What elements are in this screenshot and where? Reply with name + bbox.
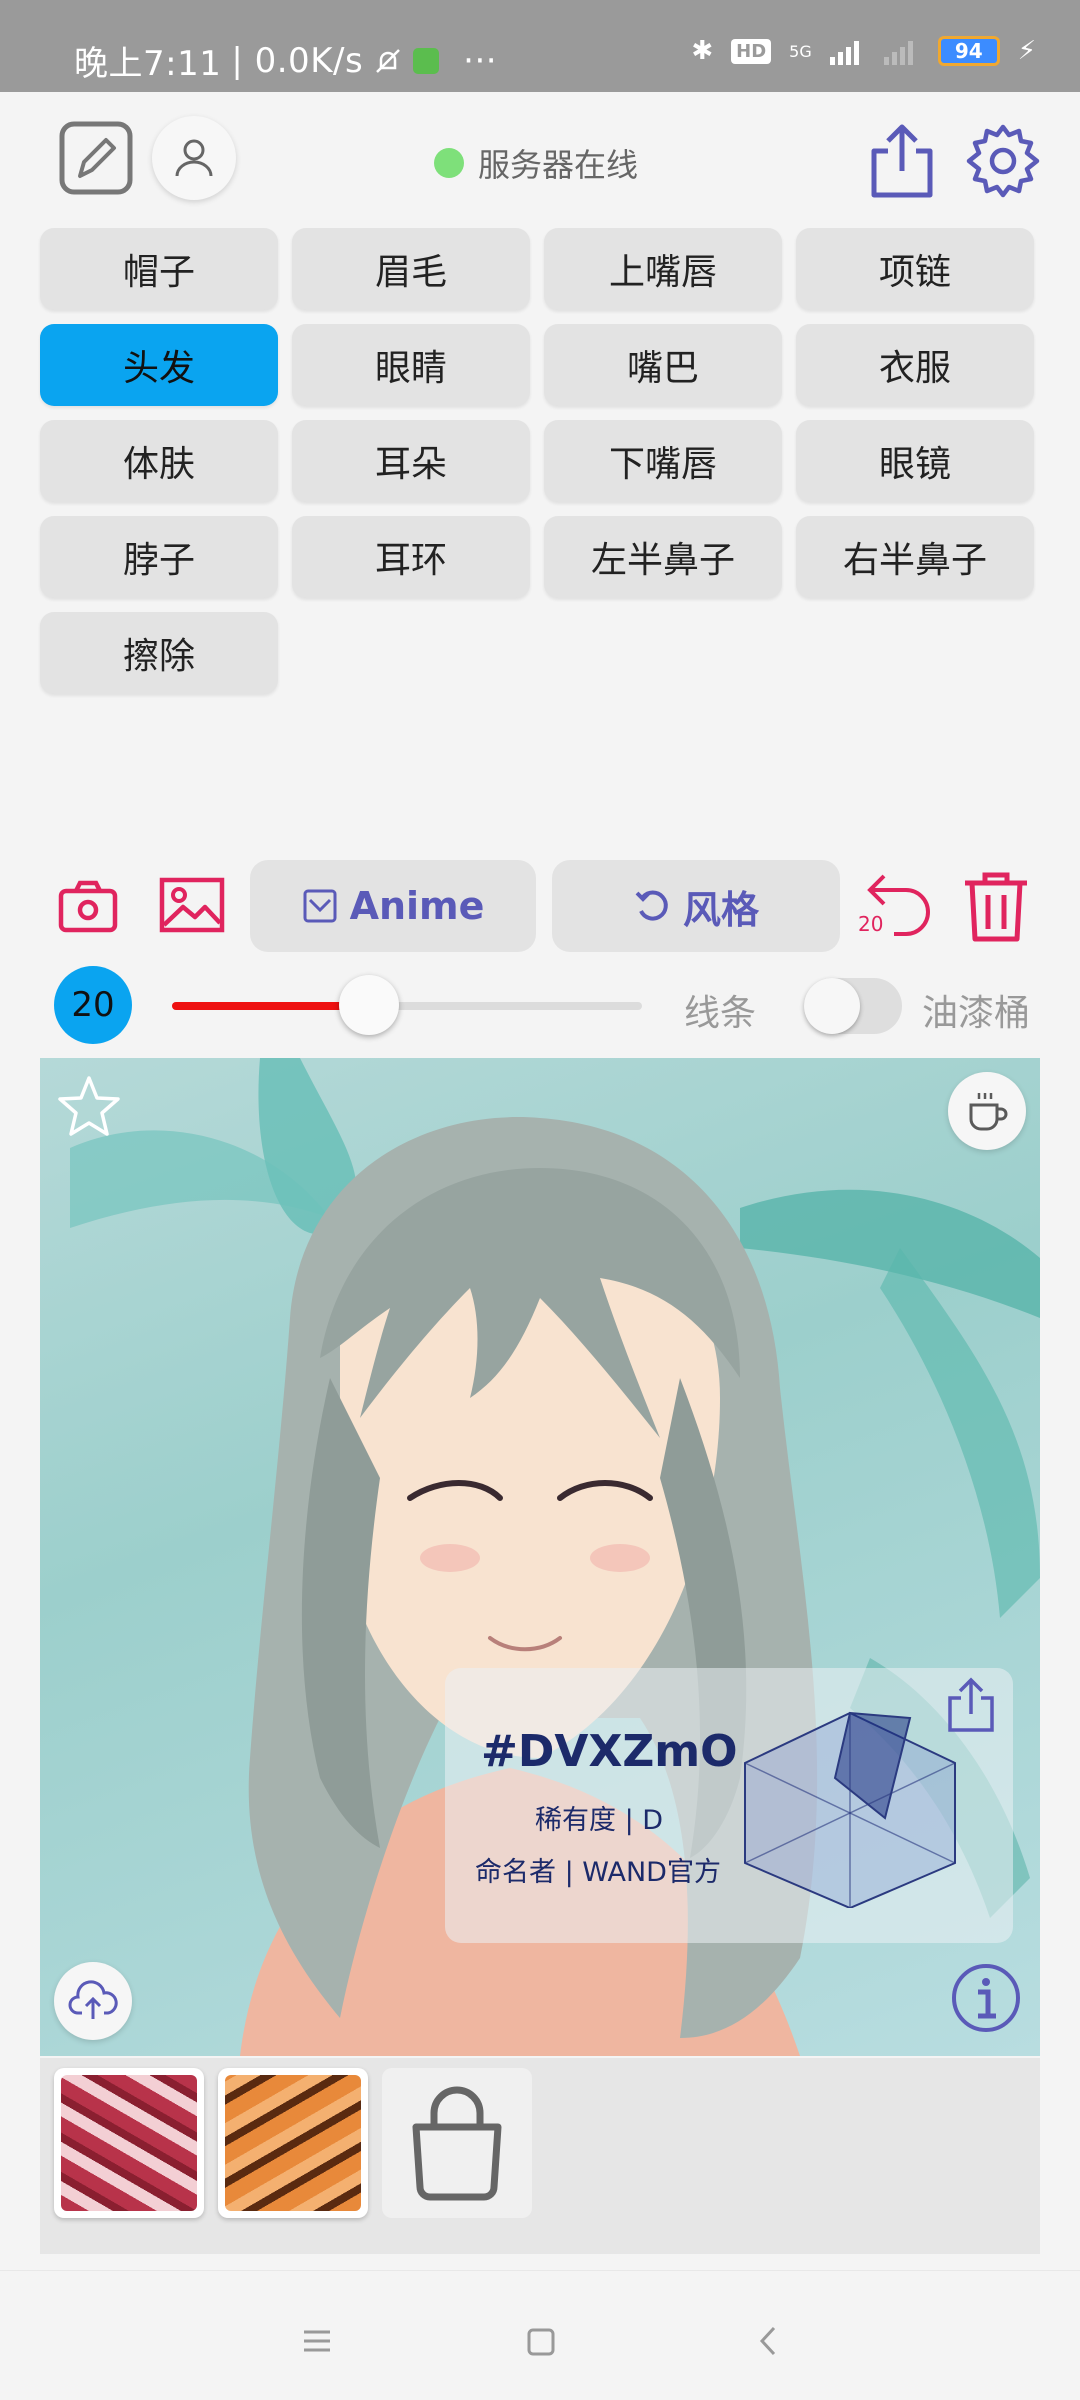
card-share-button[interactable] [945, 1676, 997, 1734]
app-notify-icon [413, 47, 440, 74]
edit-icon[interactable] [56, 118, 136, 198]
part-button[interactable]: 右半鼻子 [796, 516, 1034, 598]
coffee-button[interactable] [948, 1072, 1026, 1150]
part-button[interactable]: 左半鼻子 [544, 516, 782, 598]
signal-icon [829, 41, 859, 65]
info-button[interactable] [950, 1962, 1022, 2034]
part-button[interactable]: 耳环 [292, 516, 530, 598]
anime-label: Anime [349, 884, 485, 928]
gear-icon[interactable] [964, 122, 1042, 200]
trash-icon[interactable] [960, 868, 1032, 944]
menu-nav-icon[interactable] [302, 2329, 332, 2357]
info-card: #DVXZmO 稀有度 | D 命名者 | WAND官方 [445, 1668, 1013, 1943]
favorite-button[interactable] [56, 1074, 122, 1140]
part-button[interactable]: 上嘴唇 [544, 228, 782, 310]
server-status-label: 服务器在线 [478, 146, 639, 184]
image-icon[interactable] [158, 874, 226, 936]
card-rarity: 稀有度 | D [535, 1805, 664, 1836]
undo-button[interactable]: 20 [858, 868, 936, 946]
part-button[interactable]: 嘴巴 [544, 324, 782, 406]
part-button[interactable]: 眉毛 [292, 228, 530, 310]
hd-badge: HD [731, 38, 772, 64]
refresh-icon [635, 890, 668, 921]
lock-icon [412, 2086, 502, 2201]
texture-swatch-tiger-fill [225, 2075, 361, 2211]
part-button[interactable]: 体肤 [40, 420, 278, 502]
card-id: #DVXZmO [481, 1726, 738, 1777]
texture-swatch-red-fill [61, 2075, 197, 2211]
info-icon [952, 1964, 1020, 2032]
slider-thumb[interactable] [339, 975, 400, 1035]
bluetooth-icon: ✱ [691, 36, 714, 66]
upload-button[interactable] [54, 1962, 132, 2040]
battery-level: 94 [954, 39, 983, 63]
part-button[interactable]: 头发 [40, 324, 278, 406]
server-status: 服务器在线 [434, 140, 638, 186]
clock: 晚上7:11 [74, 44, 222, 84]
user-icon[interactable] [152, 116, 236, 200]
part-button[interactable]: 脖子 [40, 516, 278, 598]
toggle-knob [804, 978, 860, 1034]
anime-button[interactable]: Anime [250, 860, 536, 952]
signal-icon-2 [883, 41, 913, 65]
brush-size-value: 20 [71, 985, 115, 1025]
brush-size-badge: 20 [54, 966, 132, 1044]
hexagon-logo-icon [744, 1711, 956, 1908]
part-button[interactable]: 眼睛 [292, 324, 530, 406]
style-button[interactable]: 风格 [552, 860, 840, 952]
texture-palette [40, 2058, 1040, 2254]
net-speed: | 0.0K/s [231, 40, 364, 81]
bucket-toggle[interactable] [804, 978, 902, 1034]
star-icon [58, 1076, 120, 1136]
checkbox-icon [303, 889, 337, 923]
part-button[interactable]: 擦除 [40, 612, 278, 694]
share-icon[interactable] [866, 118, 938, 202]
part-button[interactable]: 眼镜 [796, 420, 1034, 502]
share-icon [948, 1677, 994, 1732]
brush-size-slider[interactable] [172, 975, 642, 1035]
undo-count: 20 [858, 912, 884, 936]
back-nav-icon[interactable] [758, 2325, 778, 2361]
status-right: ✱ HD 5G 94 ⚡ [691, 36, 1036, 66]
texture-swatch-red[interactable] [54, 2068, 204, 2218]
charging-icon: ⚡ [1017, 36, 1036, 66]
part-button[interactable]: 下嘴唇 [544, 420, 782, 502]
part-button[interactable]: 帽子 [40, 228, 278, 310]
drawing-canvas[interactable]: #DVXZmO 稀有度 | D 命名者 | WAND官方 [40, 1058, 1040, 2056]
more-dots: ··· [463, 40, 498, 81]
bucket-label: 油漆桶 [922, 993, 1031, 1034]
online-dot [434, 148, 464, 178]
style-label: 风格 [682, 887, 759, 932]
part-button[interactable]: 项链 [796, 228, 1034, 310]
card-namer: 命名者 | WAND官方 [475, 1857, 721, 1888]
line-label: 线条 [684, 993, 757, 1034]
system-nav-bar [0, 2270, 1080, 2400]
camera-icon[interactable] [56, 876, 120, 936]
home-nav-icon[interactable] [526, 2327, 556, 2361]
mute-bell-icon [376, 48, 401, 73]
battery-icon: 94 [937, 36, 1000, 66]
locked-swatch[interactable] [382, 2068, 532, 2218]
status-left: 晚上7:11 | 0.0K/s ··· [74, 36, 497, 85]
cloud-upload-icon [68, 1980, 118, 2019]
part-grid: 帽子 眉毛 上嘴唇 项链头发 眼睛 嘴巴 衣服体肤 耳朵 下嘴唇 眼镜脖子 耳环 左半鼻子 右半鼻子擦除 [40, 228, 1040, 694]
texture-swatch-tiger[interactable] [218, 2068, 368, 2218]
part-button[interactable]: 衣服 [796, 324, 1034, 406]
network-label: 5G [789, 41, 812, 61]
status-bar: 晚上7:11 | 0.0K/s ··· ✱ HD 5G 94 ⚡ [0, 0, 1080, 92]
part-button[interactable]: 耳朵 [292, 420, 530, 502]
coffee-cup-icon [969, 1093, 1008, 1131]
